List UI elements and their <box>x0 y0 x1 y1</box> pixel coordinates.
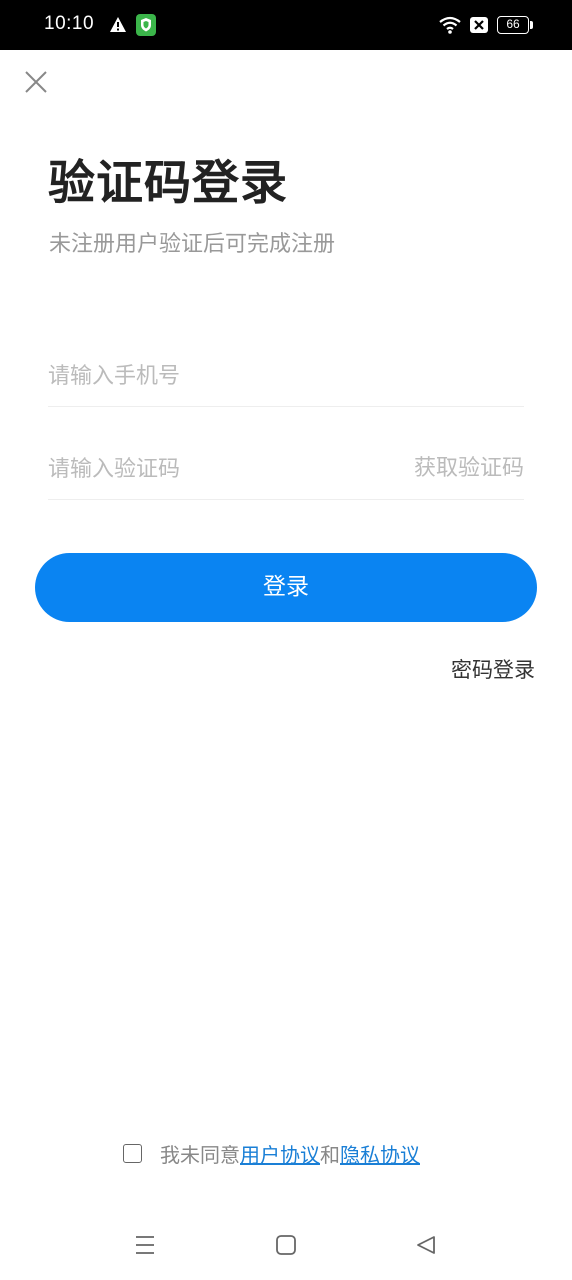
agreement-checkbox[interactable] <box>123 1143 142 1163</box>
back-icon[interactable] <box>415 1234 437 1256</box>
navigation-bar <box>0 1210 572 1280</box>
battery-tip <box>530 21 533 29</box>
agreement-prefix: 我未同意 <box>160 1142 240 1167</box>
user-agreement-link[interactable]: 用户协议 <box>240 1139 320 1168</box>
code-field: 获取验证码 <box>48 439 524 500</box>
phone-field <box>48 346 524 407</box>
phone-input[interactable] <box>48 346 524 406</box>
privacy-policy-link[interactable]: 隐私协议 <box>340 1139 420 1168</box>
password-login-link[interactable]: 密码登录 <box>451 654 535 684</box>
status-bar: 10:10 66 <box>0 0 572 50</box>
menu-icon[interactable] <box>134 1234 156 1256</box>
warning-icon <box>110 17 126 32</box>
agreement-conjunction: 和 <box>320 1142 340 1167</box>
page-title: 验证码登录 <box>48 156 288 211</box>
shield-icon <box>136 14 156 36</box>
no-sim-icon <box>470 17 488 33</box>
get-code-button[interactable]: 获取验证码 <box>414 439 524 499</box>
page-subtitle: 未注册用户验证后可完成注册 <box>49 232 336 257</box>
code-input[interactable] <box>48 439 378 499</box>
agreement-row: 我未同意 用户协议 和 隐私协议 <box>123 1139 420 1167</box>
status-time: 10:10 <box>44 13 95 34</box>
close-icon[interactable] <box>22 68 50 96</box>
login-button[interactable]: 登录 <box>35 553 537 622</box>
home-icon[interactable] <box>275 1234 297 1256</box>
wifi-icon <box>439 16 461 34</box>
battery-icon: 66 <box>497 16 529 34</box>
